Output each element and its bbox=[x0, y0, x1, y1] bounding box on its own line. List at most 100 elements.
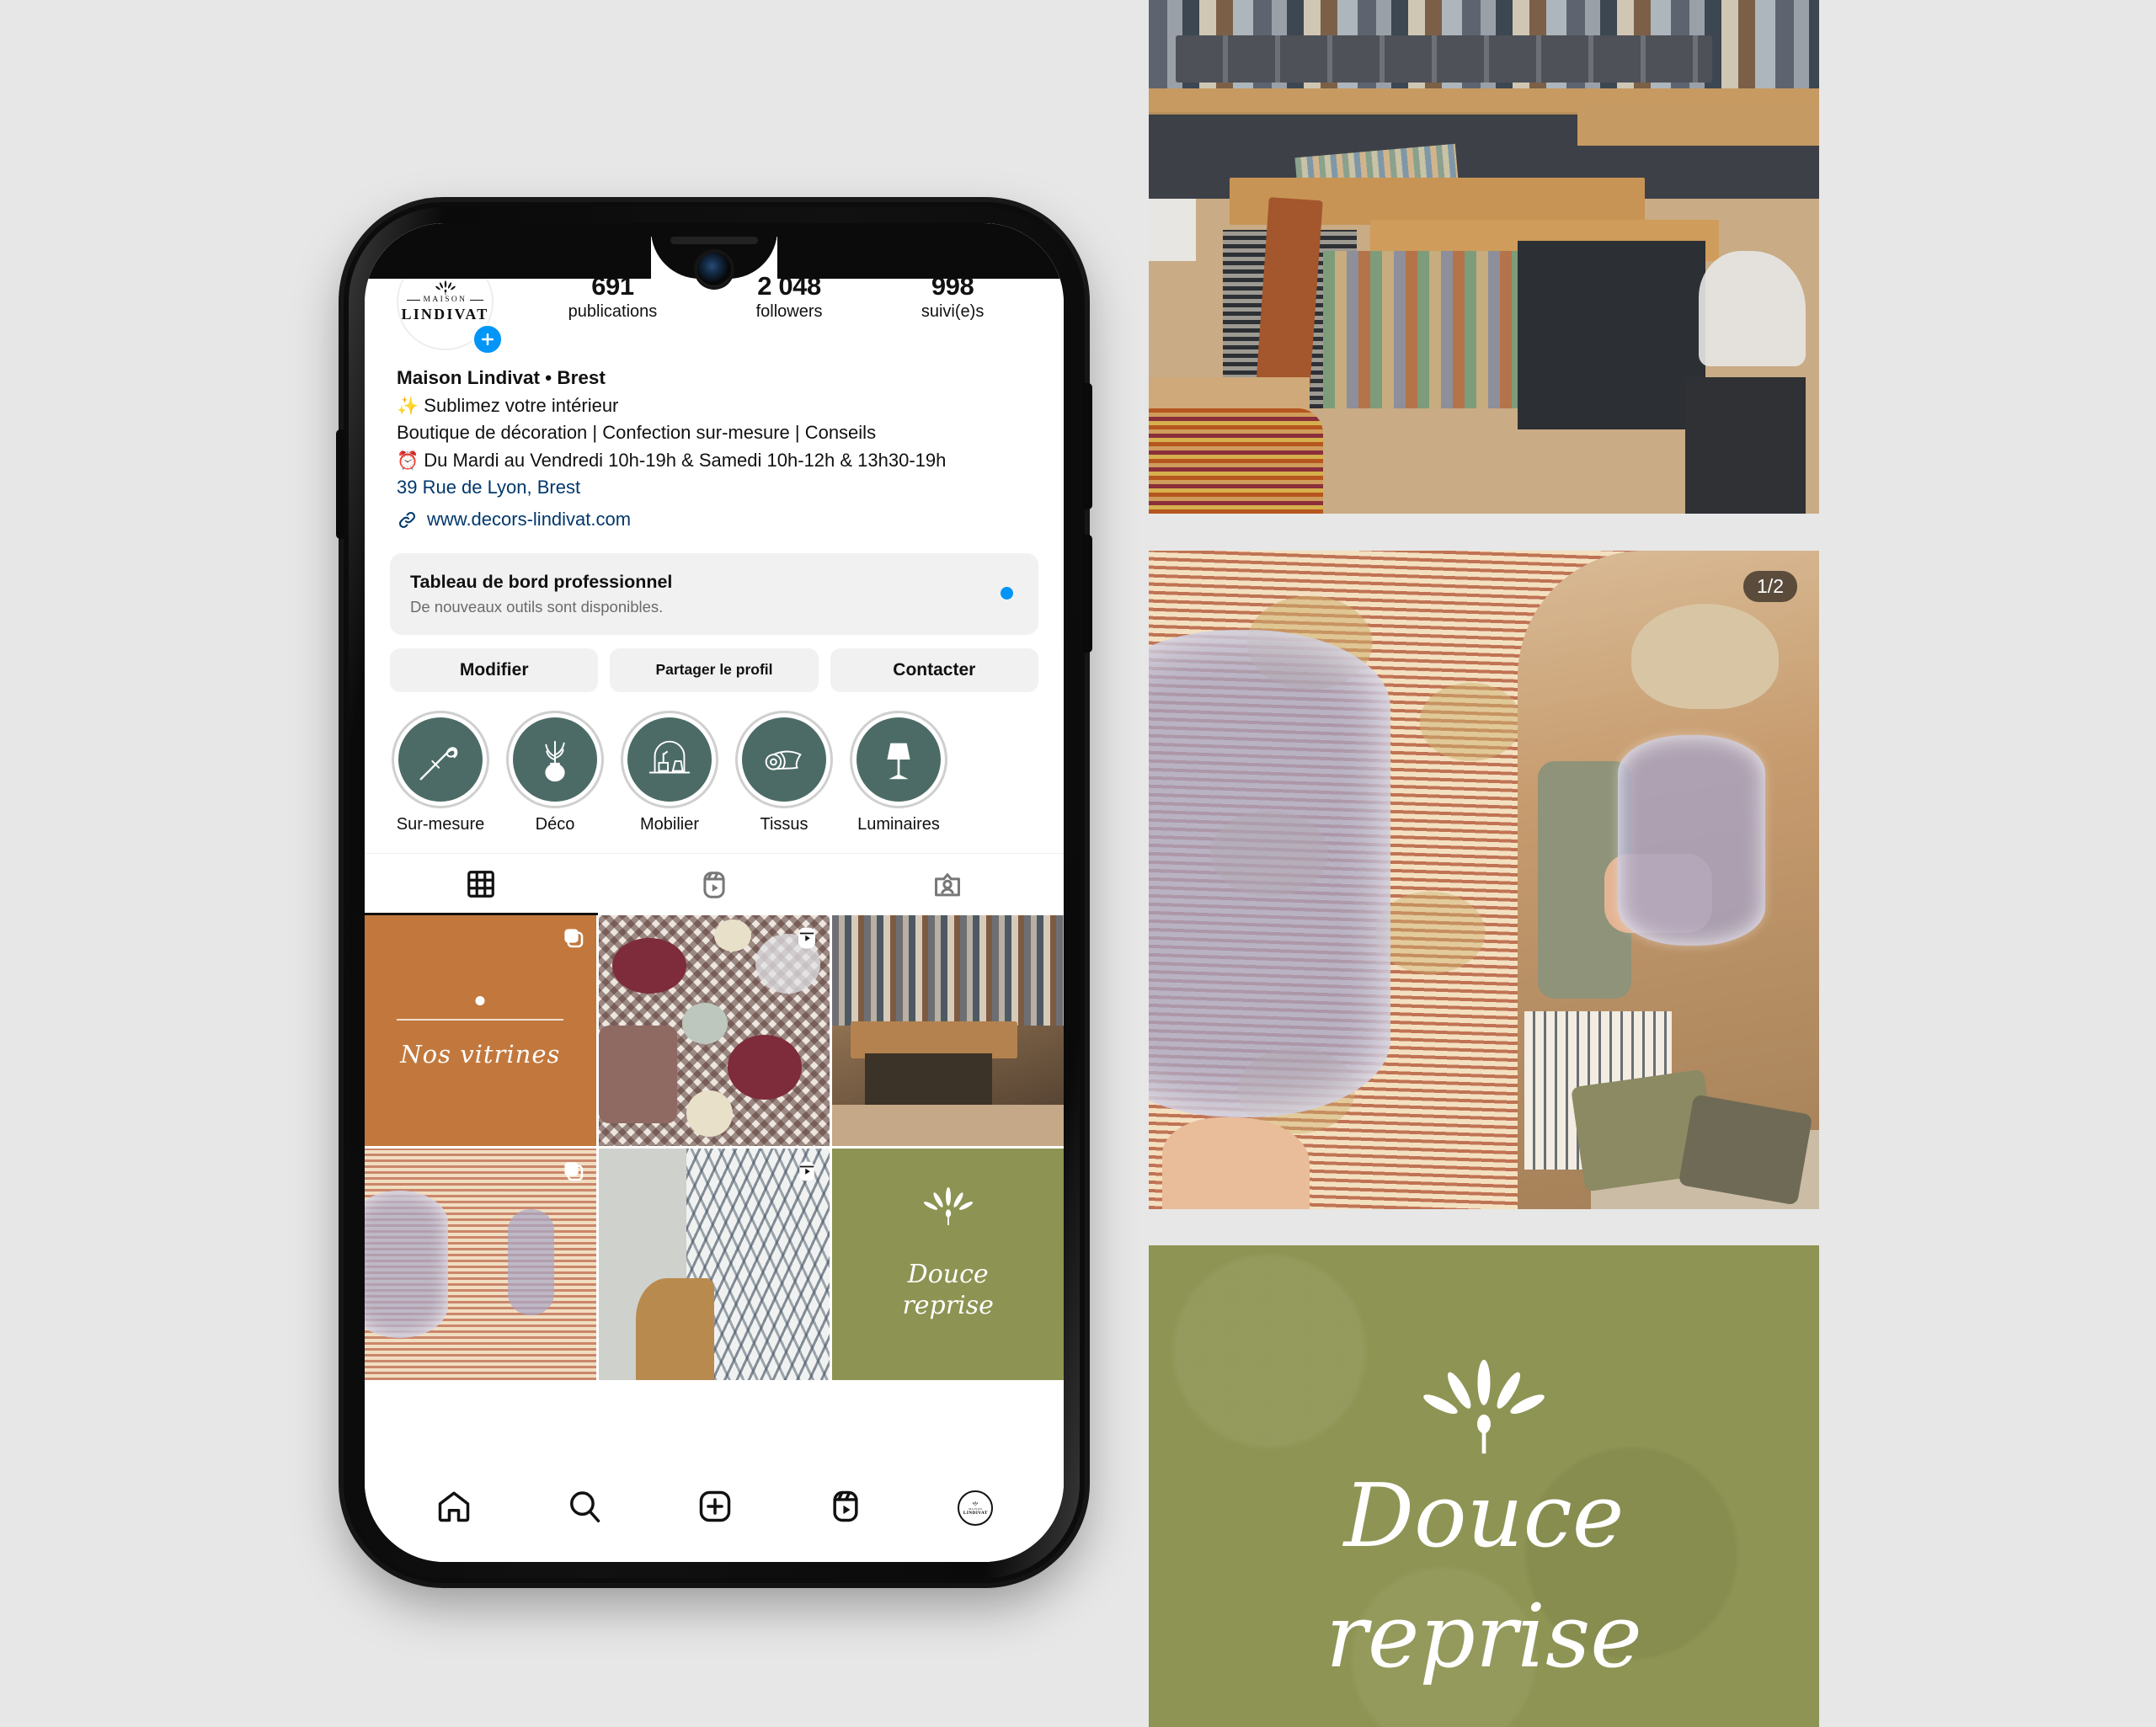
phone-screen: MAISON LINDIVAT 691 publications 2 048 f… bbox=[365, 223, 1064, 1562]
grid-post-6[interactable]: Douce reprise bbox=[832, 1149, 1064, 1380]
douce-reprise-image: Douce reprise bbox=[1149, 1245, 1819, 1727]
bottom-navigation: MAISON LINDIVAT bbox=[365, 1468, 1064, 1562]
stat-label: followers bbox=[755, 301, 823, 321]
post-caption: Douce reprise bbox=[902, 1260, 994, 1320]
highlight-label: Tissus bbox=[760, 814, 808, 834]
add-story-button[interactable] bbox=[472, 323, 504, 355]
tab-tagged[interactable] bbox=[830, 854, 1064, 915]
bio-address-link[interactable]: 39 Rue de Lyon, Brest bbox=[397, 474, 1032, 501]
bio-line-3-text: Du Mardi au Vendredi 10h-19h & Samedi 10… bbox=[424, 449, 947, 471]
bio-line-3: ⏰ Du Mardi au Vendredi 10h-19h & Samedi … bbox=[397, 447, 1032, 475]
tab-grid[interactable] bbox=[365, 854, 598, 915]
stat-following[interactable]: 998 suivi(e)s bbox=[921, 271, 985, 322]
glassware-image bbox=[1149, 551, 1819, 1209]
alarm-clock-icon: ⏰ bbox=[397, 450, 419, 471]
highlight-mobilier[interactable]: Mobilier bbox=[621, 710, 718, 834]
plus-square-icon bbox=[699, 1490, 731, 1522]
showroom-interior-image bbox=[1149, 0, 1819, 514]
avatar[interactable]: MAISON LINDIVAT bbox=[397, 253, 504, 355]
notification-dot-icon bbox=[1001, 586, 1013, 600]
phone-right-button-volume[interactable] bbox=[1083, 383, 1092, 509]
stat-followers[interactable]: 2 048 followers bbox=[755, 271, 823, 322]
search-icon bbox=[569, 1490, 600, 1522]
contact-button[interactable]: Contacter bbox=[830, 648, 1038, 692]
photo-glassware[interactable]: 1/2 bbox=[1149, 551, 1819, 1209]
highlight-label: Déco bbox=[535, 814, 575, 834]
dashboard-subtitle: De nouveaux outils sont disponibles. bbox=[410, 597, 664, 616]
grid-post-4[interactable] bbox=[365, 1149, 596, 1380]
reels-icon bbox=[703, 871, 725, 898]
highlight-label: Luminaires bbox=[857, 814, 940, 834]
sparkles-icon: ✨ bbox=[397, 396, 419, 416]
reels-icon bbox=[799, 1161, 815, 1181]
stat-value: 998 bbox=[931, 271, 974, 301]
showroom-fabrics-photo bbox=[832, 914, 1064, 1147]
edit-profile-button[interactable]: Modifier bbox=[390, 648, 599, 692]
nav-reels[interactable] bbox=[827, 1488, 864, 1529]
nav-home[interactable] bbox=[435, 1488, 472, 1529]
logo-lindivat-text: LINDIVAT bbox=[963, 1510, 988, 1516]
brand-fan-icon bbox=[973, 1500, 979, 1506]
display-name: Maison Lindivat • Brest bbox=[397, 367, 606, 388]
stat-publications[interactable]: 691 publications bbox=[568, 271, 658, 322]
bio-line-1-text: Sublimez votre intérieur bbox=[424, 394, 619, 416]
stat-label: publications bbox=[568, 301, 658, 321]
douce-line-1: Douce bbox=[1343, 1463, 1625, 1567]
highlight-tissus[interactable]: Tissus bbox=[735, 710, 833, 834]
story-highlights: Sur-mesure Déco Mobilier Tissus Luminair… bbox=[365, 692, 1064, 834]
profile-bio: Maison Lindivat • Brest ✨ Sublimez votre… bbox=[365, 350, 1064, 533]
nav-profile[interactable]: MAISON LINDIVAT bbox=[958, 1490, 994, 1526]
grid-post-2[interactable] bbox=[598, 914, 830, 1147]
logo-lindivat-text: LINDIVAT bbox=[401, 305, 489, 322]
highlight-label: Sur-mesure bbox=[396, 814, 485, 834]
photo-showroom[interactable] bbox=[1149, 0, 1819, 514]
lamp-icon bbox=[887, 743, 910, 779]
phone-mockup: MAISON LINDIVAT 691 publications 2 048 f… bbox=[336, 202, 1092, 1583]
link-chain-icon bbox=[398, 511, 416, 528]
reels-icon bbox=[798, 927, 816, 948]
profile-tabs bbox=[365, 852, 1064, 915]
vase-plant-icon bbox=[545, 740, 565, 781]
stat-label: suivi(e)s bbox=[921, 301, 985, 321]
website-row[interactable]: www.decors-lindivat.com bbox=[397, 506, 1032, 533]
highlight-label: Mobilier bbox=[639, 814, 700, 834]
phone-right-button-power[interactable] bbox=[1083, 535, 1092, 653]
home-icon bbox=[438, 1490, 469, 1522]
phone-left-button[interactable] bbox=[336, 429, 345, 539]
dashboard-title: Tableau de bord professionnel bbox=[410, 572, 673, 593]
reels-icon bbox=[833, 1490, 858, 1522]
carousel-icon bbox=[564, 928, 583, 947]
nav-create[interactable] bbox=[696, 1488, 734, 1529]
needle-thread-icon bbox=[419, 746, 458, 780]
nav-search[interactable] bbox=[566, 1488, 603, 1529]
grid-icon bbox=[467, 870, 495, 898]
tab-reels[interactable] bbox=[598, 854, 831, 915]
post-caption: Nos vitrines bbox=[400, 1039, 561, 1069]
carousel-counter-badge: 1/2 bbox=[1743, 571, 1797, 602]
fabric-roll-icon bbox=[765, 750, 802, 770]
profile-header: MAISON LINDIVAT 691 publications 2 048 f… bbox=[365, 223, 1064, 355]
professional-dashboard-card[interactable]: Tableau de bord professionnel De nouveau… bbox=[390, 553, 1038, 635]
brand-fan-icon bbox=[1423, 1359, 1545, 1453]
photo-douce-reprise[interactable]: Douce reprise bbox=[1149, 1245, 1819, 1727]
grid-post-3[interactable] bbox=[832, 914, 1064, 1147]
stat-value: 2 048 bbox=[757, 271, 821, 301]
brand-fan-icon bbox=[923, 1187, 973, 1226]
highlight-sur-mesure[interactable]: Sur-mesure bbox=[392, 710, 489, 834]
profile-stats: 691 publications 2 048 followers 998 sui… bbox=[494, 253, 1038, 322]
douce-line-2: reprise bbox=[1326, 1584, 1642, 1687]
stat-value: 691 bbox=[591, 271, 634, 301]
share-profile-button[interactable]: Partager le profil bbox=[610, 648, 819, 692]
profile-actions: Modifier Partager le profil Contacter bbox=[365, 635, 1064, 692]
bio-line-2: Boutique de décoration | Confection sur-… bbox=[397, 422, 877, 444]
highlight-deco[interactable]: Déco bbox=[506, 710, 604, 834]
olive-card-art: Douce reprise bbox=[832, 1149, 1064, 1380]
highlight-luminaires[interactable]: Luminaires bbox=[850, 710, 947, 834]
grid-post-1[interactable]: Nos vitrines bbox=[365, 914, 596, 1147]
website-link[interactable]: www.decors-lindivat.com bbox=[427, 506, 631, 533]
posts-grid: Nos vitrines Douce reprise bbox=[365, 914, 1064, 1380]
bio-line-1: ✨ Sublimez votre intérieur bbox=[397, 392, 1032, 420]
grid-post-5[interactable] bbox=[598, 1149, 830, 1380]
plus-icon bbox=[481, 333, 494, 346]
tagged-icon bbox=[934, 873, 960, 897]
